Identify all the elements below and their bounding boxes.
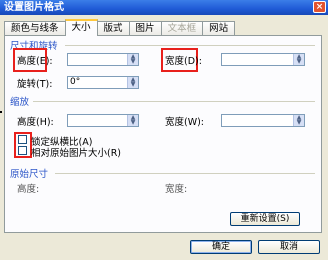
- size-tab-panel: 尺寸和旋转 高度(E): ▲ ▼ 宽度(D): ▲ ▼ 旋转(T): 0° ▲ ▼ 缩…: [4, 35, 322, 233]
- tab-size[interactable]: 大小: [64, 19, 98, 36]
- tab-colors-lines[interactable]: 颜色与线条: [4, 21, 66, 35]
- tab-strip: 颜色与线条 大小 版式 图片 文本框 网站: [4, 19, 236, 36]
- tab-textbox: 文本框: [160, 21, 204, 35]
- width-input[interactable]: ▲ ▼: [221, 53, 305, 66]
- scale-height-spinner-arrows-icon[interactable]: ▲ ▼: [127, 115, 138, 126]
- section-divider: [55, 173, 315, 174]
- relative-size-checkbox[interactable]: [18, 146, 27, 155]
- window-title: 设置图片格式: [4, 2, 64, 13]
- original-height-label: 高度:: [17, 184, 40, 195]
- rotate-input[interactable]: 0° ▲ ▼: [67, 76, 139, 89]
- original-width-label: 宽度:: [165, 184, 188, 195]
- reset-button[interactable]: 重新设置(S): [230, 212, 300, 226]
- close-button[interactable]: ×: [313, 1, 326, 13]
- section-divider: [65, 45, 315, 46]
- height-input[interactable]: ▲ ▼: [67, 53, 139, 66]
- scale-width-input[interactable]: ▲ ▼: [221, 114, 305, 127]
- section-title-scale: 缩放: [10, 97, 30, 108]
- dialog-body: 颜色与线条 大小 版式 图片 文本框 网站 尺寸和旋转 高度(E): ▲ ▼ 宽度…: [0, 15, 328, 260]
- tab-web[interactable]: 网站: [202, 21, 236, 35]
- stray-dot: [0, 111, 2, 113]
- rotate-label: 旋转(T):: [17, 79, 53, 90]
- scale-height-label: 高度(H):: [17, 117, 54, 128]
- scale-height-input[interactable]: ▲ ▼: [67, 114, 139, 127]
- width-label: 宽度(D):: [165, 56, 202, 67]
- window-titlebar: 设置图片格式 ×: [0, 0, 328, 15]
- relative-size-label: 相对原始图片大小(R): [31, 148, 122, 159]
- section-divider: [33, 101, 315, 102]
- cancel-button[interactable]: 取消: [258, 240, 320, 254]
- height-spinner-arrows-icon[interactable]: ▲ ▼: [127, 54, 138, 65]
- width-spinner-arrows-icon[interactable]: ▲ ▼: [293, 54, 304, 65]
- rotate-value: 0°: [70, 77, 81, 87]
- section-title-original: 原始尺寸: [10, 169, 49, 180]
- rotate-spinner-arrows-icon[interactable]: ▲ ▼: [127, 77, 138, 88]
- ok-button[interactable]: 确定: [190, 240, 252, 254]
- scale-width-spinner-arrows-icon[interactable]: ▲ ▼: [293, 115, 304, 126]
- scale-width-label: 宽度(W):: [165, 117, 205, 128]
- tab-picture[interactable]: 图片: [128, 21, 162, 35]
- tab-layout[interactable]: 版式: [96, 21, 130, 35]
- lock-ratio-checkbox[interactable]: [18, 135, 27, 144]
- height-label: 高度(E):: [17, 56, 53, 67]
